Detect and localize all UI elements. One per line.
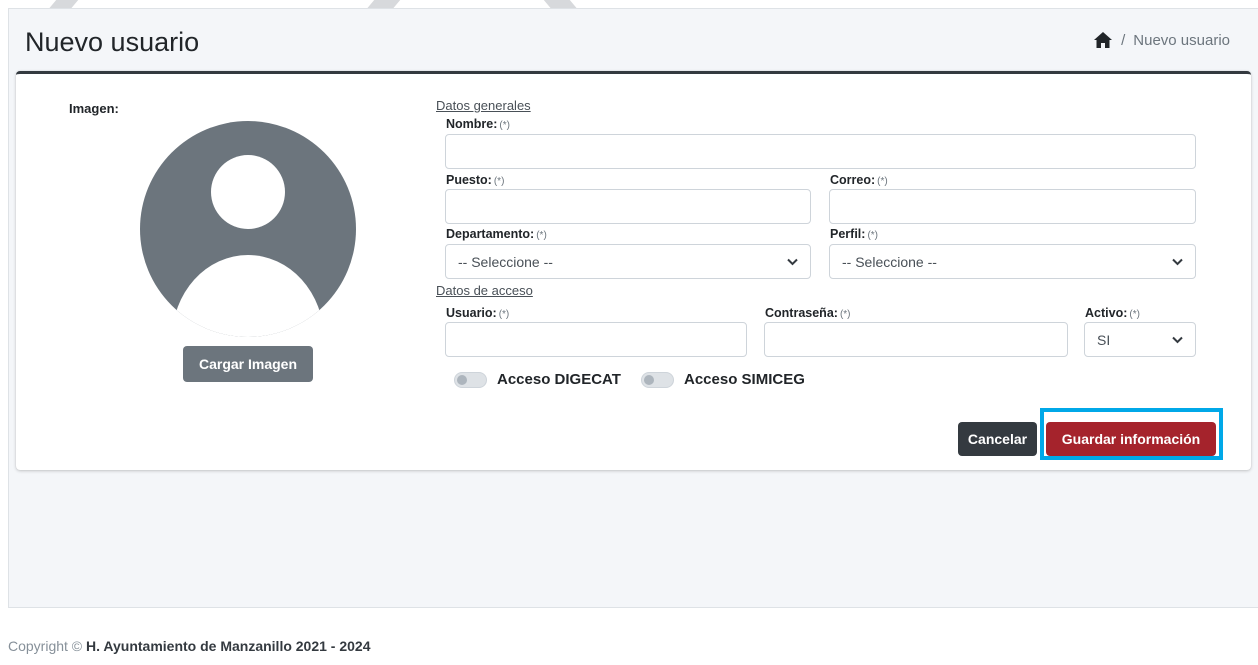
chevron-down-icon [1172, 258, 1183, 265]
digecat-label: Acceso DIGECAT [497, 371, 621, 388]
image-label: Imagen: [69, 101, 119, 116]
copyright-prefix: Copyright © [8, 638, 83, 654]
simiceg-label: Acceso SIMICEG [684, 371, 805, 388]
load-image-button[interactable]: Cargar Imagen [183, 346, 313, 382]
activo-value: SI [1097, 331, 1111, 348]
departamento-select[interactable]: -- Seleccione -- [445, 244, 811, 279]
contrasena-input[interactable] [764, 322, 1068, 357]
content-wrapper: Nuevo usuario / Nuevo usuario Imagen: Ca… [8, 8, 1258, 665]
correo-input[interactable] [829, 189, 1196, 224]
toggle-simiceg[interactable]: Acceso SIMICEG [641, 371, 805, 388]
breadcrumb-separator: / [1121, 31, 1126, 49]
home-icon[interactable] [1093, 31, 1113, 49]
save-button[interactable]: Guardar información [1046, 422, 1216, 456]
breadcrumb: / Nuevo usuario [1093, 31, 1230, 49]
user-form-card: Imagen: Cargar Imagen Datos generales No… [16, 71, 1251, 470]
section-access[interactable]: Datos de acceso [436, 283, 533, 298]
chevron-down-icon [1172, 336, 1183, 343]
departamento-label: Departamento: (*) [446, 227, 547, 241]
departamento-value: -- Seleccione -- [458, 253, 553, 270]
footer: Copyright © H. Ayuntamiento de Manzanill… [8, 607, 1258, 665]
cancel-button[interactable]: Cancelar [958, 422, 1037, 456]
activo-select[interactable]: SI [1084, 322, 1196, 357]
nombre-input[interactable] [445, 134, 1196, 169]
section-general[interactable]: Datos generales [436, 98, 531, 113]
page-title: Nuevo usuario [25, 27, 200, 57]
puesto-input[interactable] [445, 189, 811, 224]
copyright-org: H. Ayuntamiento de Manzanillo 2021 - 202… [86, 638, 371, 654]
simiceg-switch[interactable] [641, 371, 674, 388]
usuario-label: Usuario: (*) [446, 306, 510, 320]
toggle-digecat[interactable]: Acceso DIGECAT [454, 371, 621, 388]
contrasena-label: Contraseña: (*) [765, 306, 851, 320]
copyright-text: Copyright © H. Ayuntamiento de Manzanill… [8, 638, 371, 654]
nombre-label: Nombre: (*) [446, 117, 510, 131]
activo-label: Activo: (*) [1085, 306, 1140, 320]
puesto-label: Puesto: (*) [446, 173, 505, 187]
usuario-input[interactable] [445, 322, 747, 357]
user-placeholder-icon [172, 155, 324, 337]
chevron-down-icon [787, 258, 798, 265]
perfil-label: Perfil: (*) [830, 227, 878, 241]
breadcrumb-current: Nuevo usuario [1133, 31, 1230, 49]
digecat-switch[interactable] [454, 371, 487, 388]
perfil-select[interactable]: -- Seleccione -- [829, 244, 1196, 279]
perfil-value: -- Seleccione -- [842, 253, 937, 270]
correo-label: Correo: (*) [830, 173, 888, 187]
avatar [140, 121, 356, 337]
